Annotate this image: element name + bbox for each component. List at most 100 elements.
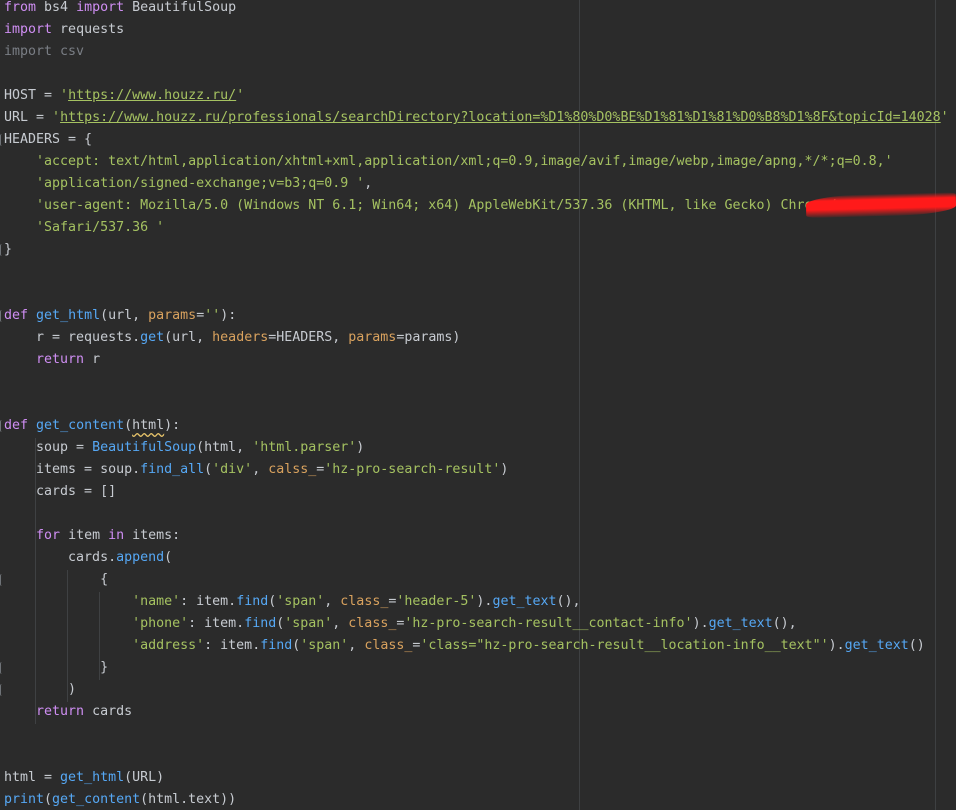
- code-token: class_: [348, 616, 397, 631]
- code-token: 'div': [212, 462, 253, 477]
- code-token: 'Safari/537.36 ': [36, 220, 165, 235]
- code-token: (),: [556, 594, 581, 609]
- code-line[interactable]: cards.append(: [4, 547, 172, 569]
- fold-marker-icon[interactable]: [0, 662, 4, 674]
- code-line[interactable]: def get_html(url, params=''):: [4, 305, 236, 327]
- code-line[interactable]: cards = []: [4, 481, 116, 503]
- code-token: (url,: [164, 330, 213, 345]
- code-token: html: [132, 418, 165, 433]
- fold-marker-icon[interactable]: [0, 310, 4, 322]
- fold-marker-icon[interactable]: [0, 684, 4, 696]
- code-token: requests: [52, 22, 125, 37]
- code-token: 'user-agent: Mozilla/5.0 (Windows NT 6.1…: [36, 198, 837, 213]
- code-token: find_all: [140, 462, 205, 477]
- code-token: get_content: [52, 792, 141, 807]
- code-line[interactable]: for item in items:: [4, 525, 180, 547]
- code-token: ): [500, 462, 509, 477]
- code-line[interactable]: {: [4, 569, 108, 591]
- code-line[interactable]: return r: [4, 349, 100, 371]
- code-line[interactable]: 'name': item.find('span', class_='header…: [4, 591, 581, 613]
- code-token: item: [60, 528, 109, 543]
- code-token: (URL): [124, 770, 165, 785]
- fold-marker-icon[interactable]: [0, 420, 4, 432]
- code-token: soup =: [4, 440, 93, 455]
- code-line[interactable]: def get_content(html):: [4, 415, 180, 437]
- code-line[interactable]: 'user-agent: Mozilla/5.0 (Windows NT 6.1…: [4, 195, 837, 217]
- fold-marker-icon[interactable]: [0, 244, 4, 256]
- code-token: return: [36, 352, 85, 367]
- code-line[interactable]: return cards: [4, 701, 132, 723]
- code-token: BeautifulSoup: [124, 0, 237, 15]
- code-token: 'application/signed-exchange;v=b3;q=0.9 …: [36, 176, 365, 191]
- code-token: cards.: [4, 550, 117, 565]
- code-token: 'html.parser': [252, 440, 357, 455]
- code-token: 'address': [132, 638, 205, 653]
- code-token: headers: [212, 330, 269, 345]
- code-token: (): [908, 638, 925, 653]
- fold-marker-icon[interactable]: [0, 134, 4, 146]
- code-line[interactable]: 'phone': item.find('span', class_='hz-pr…: [4, 613, 797, 635]
- code-token: r = requests.: [4, 330, 141, 345]
- code-token: get_content: [36, 418, 125, 433]
- code-token: find: [236, 594, 269, 609]
- code-token: 'span': [300, 638, 349, 653]
- code-token: get_text: [844, 638, 909, 653]
- code-line[interactable]: 'application/signed-exchange;v=b3;q=0.9 …: [4, 173, 372, 195]
- code-token: bs4: [36, 0, 77, 15]
- code-token: ,: [252, 462, 269, 477]
- code-token: URL =: [4, 110, 53, 125]
- code-token: ': [236, 88, 245, 103]
- code-line[interactable]: 'Safari/537.36 ': [4, 217, 164, 239]
- code-line[interactable]: HOST = 'https://www.houzz.ru/': [4, 85, 244, 107]
- code-token: ': [52, 110, 61, 125]
- code-token: ,: [364, 176, 373, 191]
- code-line[interactable]: 'accept: text/html,application/xhtml+xml…: [4, 151, 893, 173]
- code-token: (: [204, 462, 213, 477]
- code-token: class_: [340, 594, 389, 609]
- code-line[interactable]: print(get_content(html.text)): [4, 789, 236, 810]
- code-token: items:: [124, 528, 181, 543]
- code-line[interactable]: items = soup.find_all('div', calss_='hz-…: [4, 459, 508, 481]
- code-token: }: [4, 242, 13, 257]
- code-token: (url,: [100, 308, 149, 323]
- code-line[interactable]: 'address': item.find('span', class_='cla…: [4, 635, 925, 657]
- code-line[interactable]: ): [4, 679, 76, 701]
- code-line[interactable]: URL = 'https://www.houzz.ru/professional…: [4, 107, 949, 129]
- code-token: class_: [364, 638, 413, 653]
- code-editor[interactable]: from bs4 import BeautifulSoup import requ…: [0, 0, 956, 810]
- code-line[interactable]: }: [4, 239, 12, 261]
- code-token: find: [260, 638, 293, 653]
- code-token: from: [4, 0, 37, 15]
- code-token: =params): [396, 330, 461, 345]
- code-token: }: [4, 660, 109, 675]
- code-token: find: [244, 616, 277, 631]
- code-token: ).: [692, 616, 709, 631]
- code-token: ': [60, 88, 69, 103]
- code-line[interactable]: HEADERS = {: [4, 129, 92, 151]
- code-token: import csv: [4, 44, 85, 59]
- code-token: 'name': [132, 594, 181, 609]
- code-token: =: [196, 308, 205, 323]
- code-token: HEADERS = {: [4, 132, 93, 147]
- code-token: r: [84, 352, 101, 367]
- code-token: (: [124, 418, 133, 433]
- code-token: in: [108, 528, 125, 543]
- code-line[interactable]: import csv: [4, 41, 84, 63]
- code-token: ).: [476, 594, 493, 609]
- code-line[interactable]: r = requests.get(url, headers=HEADERS, p…: [4, 327, 460, 349]
- code-line[interactable]: import requests: [4, 19, 124, 41]
- fold-marker-icon[interactable]: [0, 574, 4, 586]
- code-line[interactable]: }: [4, 657, 108, 679]
- code-token: https://www.houzz.ru/professionals/searc…: [60, 110, 941, 125]
- code-line[interactable]: soup = BeautifulSoup(html, 'html.parser'…: [4, 437, 364, 459]
- code-token: (),: [772, 616, 797, 631]
- code-line[interactable]: from bs4 import BeautifulSoup: [4, 0, 236, 19]
- code-line[interactable]: html = get_html(URL): [4, 767, 164, 789]
- code-token: 'header-5': [396, 594, 477, 609]
